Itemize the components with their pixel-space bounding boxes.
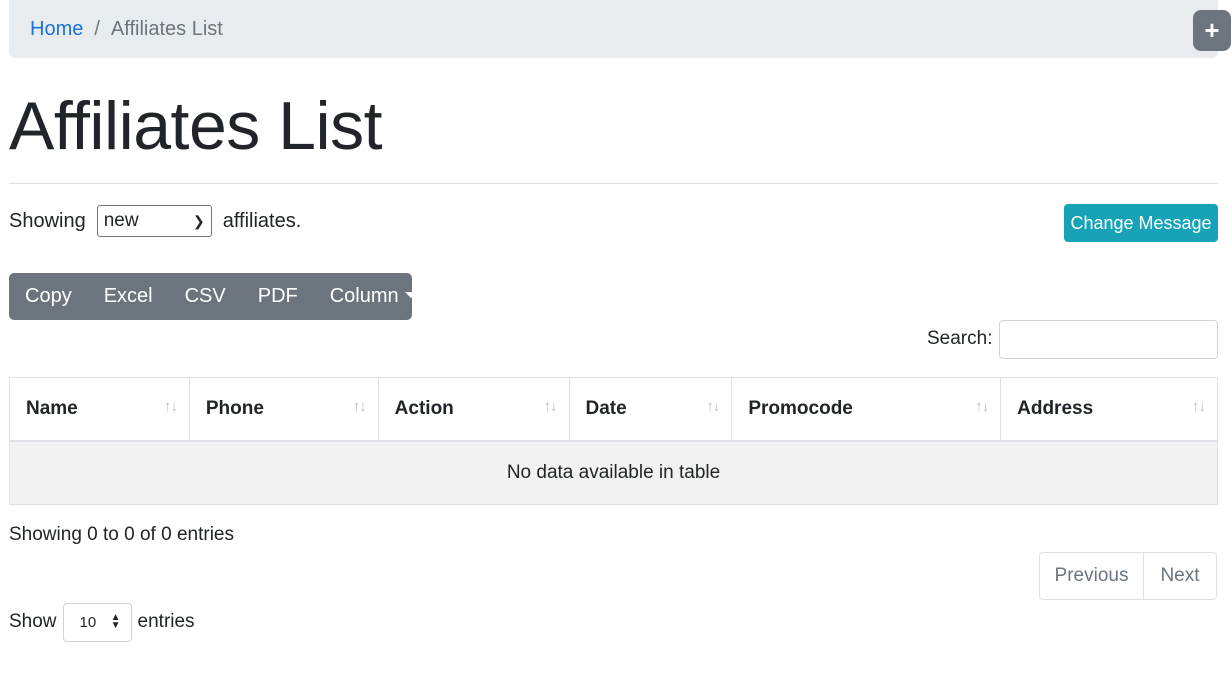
excel-button[interactable]: Excel — [88, 273, 169, 320]
copy-button[interactable]: Copy — [9, 273, 88, 320]
length-prefix-label: Show — [9, 611, 57, 632]
column-header-address[interactable]: Address ↑↓ — [1000, 377, 1218, 442]
column-header-name[interactable]: Name ↑↓ — [9, 377, 190, 442]
caret-down-icon — [404, 291, 417, 298]
search-label: Search: — [927, 328, 993, 349]
chevron-down-icon: ❯ — [192, 212, 205, 229]
column-header-promocode[interactable]: Promocode ↑↓ — [731, 377, 1002, 442]
column-header-label: Action — [394, 397, 454, 419]
column-button-label: Column — [329, 285, 399, 307]
status-select-value: new — [103, 210, 139, 231]
plus-icon: + — [1204, 15, 1220, 45]
divider — [9, 183, 1218, 184]
breadcrumb: Home / Affiliates List — [9, 0, 1218, 58]
filter-suffix-label: affiliates. — [222, 209, 302, 232]
page-length-value: 10 — [79, 613, 97, 631]
sort-icon: ↑↓ — [163, 398, 178, 415]
column-visibility-button[interactable]: Column — [314, 273, 433, 320]
column-header-label: Name — [26, 397, 78, 419]
export-toolbar: Copy Excel CSV PDF Column — [9, 273, 417, 320]
status-select[interactable]: new ❯ — [96, 205, 212, 237]
length-suffix-label: entries — [137, 611, 195, 632]
page-length-row: Show 10 ▲ ▼ entries — [9, 602, 195, 642]
sort-icon: ↑↓ — [1192, 398, 1206, 415]
page-length-select[interactable]: 10 ▲ ▼ — [62, 602, 132, 642]
sort-icon: ↑↓ — [706, 398, 720, 415]
table-info: Showing 0 to 0 of 0 entries — [9, 524, 234, 545]
empty-table-message: No data available in table — [9, 440, 1218, 505]
column-header-label: Address — [1017, 397, 1094, 419]
column-header-action[interactable]: Action ↑↓ — [377, 377, 570, 442]
affiliates-table: Name ↑↓ Phone ↑↓ Action ↑↓ Date ↑↓ Promocode… — [9, 377, 1218, 505]
filter-prefix-label: Showing — [9, 209, 86, 232]
column-header-label: Promocode — [748, 397, 853, 419]
status-filter-row: Showing new ❯ affiliates. — [9, 205, 301, 237]
previous-page-button[interactable]: Previous — [1040, 553, 1144, 599]
up-down-arrows-icon: ▲ ▼ — [110, 612, 121, 631]
breadcrumb-home-link[interactable]: Home — [30, 18, 83, 41]
sort-icon: ↑↓ — [975, 398, 989, 415]
change-message-button[interactable]: Change Message — [1064, 204, 1218, 242]
pdf-button[interactable]: PDF — [242, 273, 314, 320]
breadcrumb-separator: / — [94, 17, 100, 40]
column-header-label: Date — [585, 397, 627, 419]
search-input[interactable] — [999, 320, 1218, 359]
column-header-date[interactable]: Date ↑↓ — [568, 377, 733, 442]
breadcrumb-current: Affiliates List — [110, 17, 223, 40]
column-header-phone[interactable]: Phone ↑↓ — [188, 377, 379, 442]
next-page-button[interactable]: Next — [1144, 553, 1216, 599]
add-button[interactable]: + — [1193, 10, 1231, 51]
sort-icon: ↑↓ — [352, 398, 367, 415]
page-title: Affiliates List — [9, 88, 382, 164]
csv-button[interactable]: CSV — [169, 273, 242, 320]
sort-icon: ↑↓ — [543, 398, 558, 415]
pagination: Previous Next — [1039, 552, 1217, 600]
table-row: No data available in table — [9, 440, 1218, 505]
column-header-label: Phone — [205, 397, 264, 419]
